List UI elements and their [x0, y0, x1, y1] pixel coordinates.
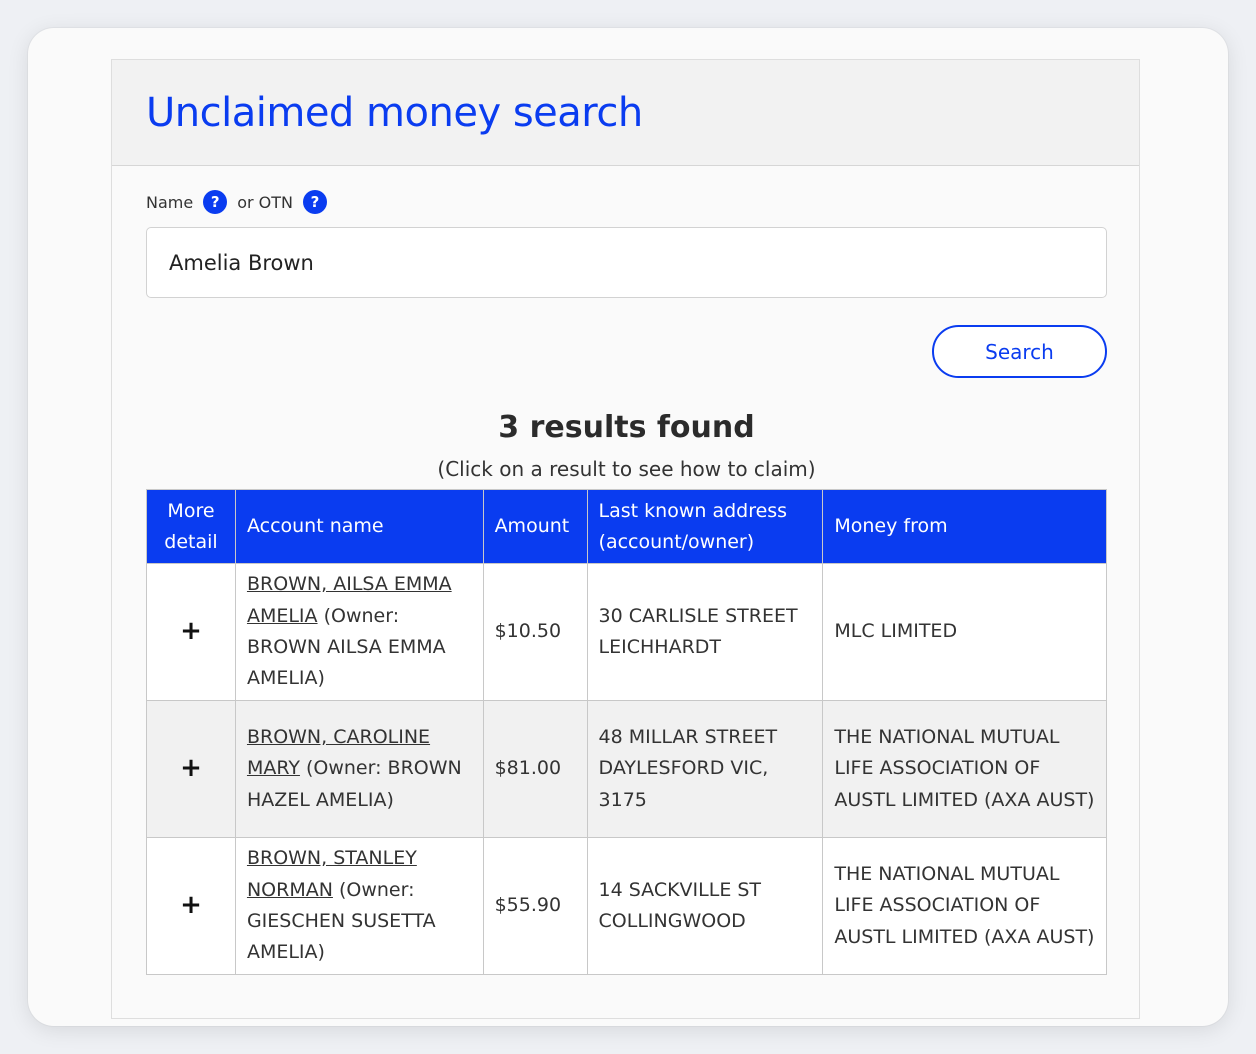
col-header-amount: Amount — [482, 489, 588, 564]
search-card: Unclaimed money search Name ? or OTN ? S… — [111, 59, 1140, 1019]
name-label: Name — [146, 192, 194, 212]
results-table: More detail Account name Amount Last kno… — [146, 489, 1107, 975]
table-row[interactable]: + BROWN, CAROLINE MARY (Owner: BROWN HAZ… — [146, 700, 1107, 838]
amount-cell: $81.00 — [482, 700, 588, 838]
results-instructions: (Click on a result to see how to claim) — [437, 457, 816, 481]
account-name-cell: BROWN, AILSA EMMA AMELIA (Owner: BROWN A… — [234, 563, 484, 701]
results-count-heading: 3 results found — [498, 410, 755, 445]
expand-row-icon[interactable]: + — [146, 563, 236, 701]
expand-row-icon[interactable]: + — [146, 700, 236, 838]
money-from-cell: THE NATIONAL MUTUAL LIFE ASSOCIATION OF … — [822, 837, 1107, 975]
account-name-cell: BROWN, CAROLINE MARY (Owner: BROWN HAZEL… — [234, 700, 484, 838]
account-name-cell: BROWN, STANLEY NORMAN (Owner: GIESCHEN S… — [234, 837, 484, 975]
name-help-icon[interactable]: ? — [203, 190, 228, 214]
address-cell: 48 MILLAR STREET DAYLESFORD VIC, 3175 — [586, 700, 824, 838]
table-row[interactable]: + BROWN, STANLEY NORMAN (Owner: GIESCHEN… — [146, 837, 1107, 975]
address-cell: 14 SACKVILLE ST COLLINGWOOD — [586, 837, 824, 975]
expand-row-icon[interactable]: + — [146, 837, 236, 975]
table-header-row: More detail Account name Amount Last kno… — [146, 489, 1107, 564]
col-header-address: Last known address (account/owner) — [586, 489, 824, 564]
search-button[interactable]: Search — [932, 325, 1107, 378]
money-from-cell: MLC LIMITED — [822, 563, 1107, 701]
name-search-input[interactable] — [146, 227, 1107, 298]
otn-label: or OTN — [237, 192, 293, 212]
col-header-money-from: Money from — [822, 489, 1107, 564]
page-title: Unclaimed money search — [146, 89, 643, 136]
address-cell: 30 CARLISLE STREET LEICHHARDT — [586, 563, 824, 701]
amount-cell: $55.90 — [482, 837, 588, 975]
col-header-account-name: Account name — [234, 489, 484, 564]
col-header-more-detail: More detail — [146, 489, 236, 564]
search-label-row: Name ? or OTN ? — [146, 190, 337, 214]
table-row[interactable]: + BROWN, AILSA EMMA AMELIA (Owner: BROWN… — [146, 563, 1107, 701]
otn-help-icon[interactable]: ? — [303, 190, 327, 214]
money-from-cell: THE NATIONAL MUTUAL LIFE ASSOCIATION OF … — [822, 700, 1107, 838]
card-header: Unclaimed money search — [112, 60, 1139, 166]
amount-cell: $10.50 — [482, 563, 588, 701]
